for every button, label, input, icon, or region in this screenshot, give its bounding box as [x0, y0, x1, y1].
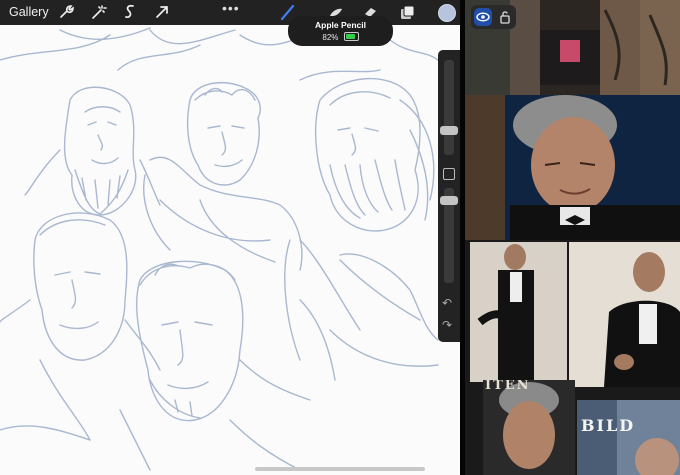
adjustments-wand-icon[interactable]: [88, 2, 108, 22]
gallery-button[interactable]: Gallery: [9, 5, 49, 19]
layers-icon[interactable]: [397, 2, 417, 22]
portrait-photo: [465, 95, 680, 240]
opacity-knob[interactable]: [440, 196, 458, 205]
brush-size-slider[interactable]: [440, 60, 458, 155]
opacity-slider[interactable]: [440, 188, 458, 283]
pencil-name: Apple Pencil: [314, 20, 366, 30]
apple-pencil-status: Apple Pencil 82%: [288, 16, 393, 46]
sketch-artwork: [0, 27, 439, 471]
redo-button[interactable]: ↷: [442, 318, 452, 332]
home-indicator[interactable]: [255, 467, 425, 471]
pencil-battery-row: 82%: [288, 32, 393, 42]
wrench-icon[interactable]: [56, 2, 76, 22]
reference-photo-board[interactable]: ITEN BILD: [465, 0, 680, 475]
undo-button[interactable]: ↶: [442, 296, 452, 310]
eye-icon[interactable]: [474, 8, 492, 26]
brush-sidebar: ↶ ↷: [438, 50, 460, 342]
headshot-photo: ITEN: [483, 380, 575, 475]
modify-button[interactable]: [443, 168, 455, 180]
color-picker-button[interactable]: [438, 4, 456, 22]
event-photo: BILD: [577, 400, 680, 475]
backdrop-caption-bild: BILD: [581, 416, 636, 435]
reference-toolbar: [471, 5, 516, 29]
battery-level: [345, 34, 355, 39]
transform-arrow-icon[interactable]: [152, 2, 172, 22]
battery-icon: [343, 32, 359, 41]
tuxedo-photo-right: [569, 242, 680, 387]
brush-size-knob[interactable]: [440, 126, 458, 135]
pencil-battery-percent: 82%: [322, 33, 339, 42]
drawing-canvas[interactable]: Gallery ••• Apple Pencil 82% ↶ ↷: [0, 0, 460, 475]
selection-icon[interactable]: [120, 2, 140, 22]
backdrop-caption-iten: ITEN: [485, 380, 531, 393]
more-options-button[interactable]: •••: [222, 0, 240, 16]
lock-icon[interactable]: [496, 8, 514, 26]
tuxedo-photo-left: [470, 242, 567, 382]
